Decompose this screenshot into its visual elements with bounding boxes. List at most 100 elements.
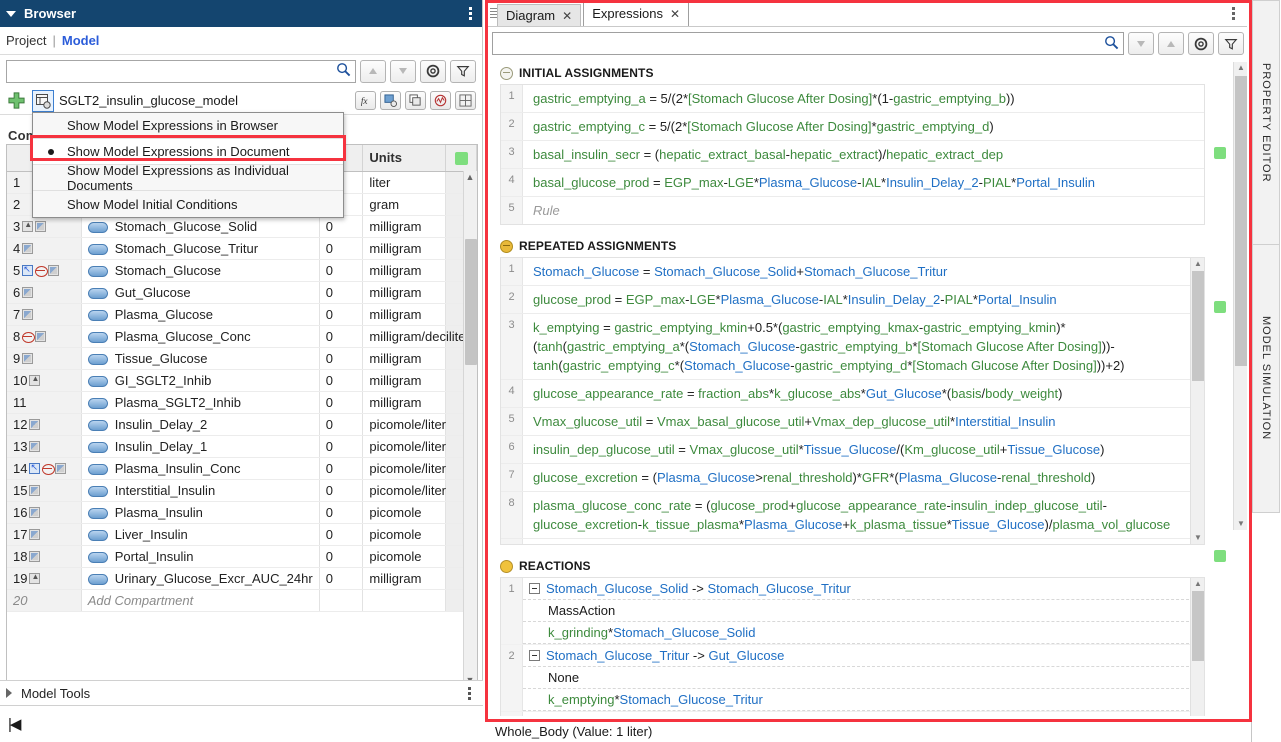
reaction-equation[interactable]: Stomach_Glucose_Tritur -> Gut_Glucose xyxy=(523,645,1204,667)
reaction-row[interactable]: 1Stomach_Glucose_Solid -> Stomach_Glucos… xyxy=(501,578,1204,645)
menu-item-show-in-browser[interactable]: Show Model Expressions in Browser xyxy=(33,113,343,139)
compartment-units-cell[interactable]: liter xyxy=(363,171,446,193)
compartment-value-cell[interactable]: 0 xyxy=(319,567,363,589)
reaction-kinetic-law[interactable]: MassAction xyxy=(523,600,1204,622)
compartment-value-cell[interactable]: 0 xyxy=(319,281,363,303)
simulate-icon[interactable] xyxy=(430,91,451,110)
search-icon[interactable] xyxy=(1104,35,1119,53)
document-scrollbar-thumb[interactable] xyxy=(1235,76,1247,366)
expression-row[interactable]: 1Stomach_Glucose = Stomach_Glucose_Solid… xyxy=(501,258,1204,286)
compartment-units-cell[interactable]: milligram xyxy=(363,281,446,303)
compartment-name-cell[interactable]: Insulin_Delay_1 xyxy=(81,435,319,457)
compartment-name-cell[interactable]: Insulin_Delay_2 xyxy=(81,413,319,435)
document-search-input[interactable] xyxy=(497,36,1104,52)
scroll-down-arrow-icon[interactable]: ▼ xyxy=(1235,518,1247,530)
compartment-units-cell[interactable]: milligram xyxy=(363,567,446,589)
table-row[interactable]: 12Insulin_Delay_20picomole/liter xyxy=(7,413,477,435)
compartment-name-cell[interactable]: Stomach_Glucose xyxy=(81,259,319,281)
compartment-value-cell[interactable]: 0 xyxy=(319,325,363,347)
compartment-name-cell[interactable]: Plasma_Glucose xyxy=(81,303,319,325)
expression-row[interactable]: 7glucose_excretion = (Plasma_Glucose>ren… xyxy=(501,464,1204,492)
compartment-name-cell[interactable]: Interstitial_Insulin xyxy=(81,479,319,501)
menu-item-show-as-individual-documents[interactable]: Show Model Expressions as Individual Doc… xyxy=(33,165,343,191)
compartment-value-cell[interactable]: 0 xyxy=(319,391,363,413)
search-next-button[interactable] xyxy=(390,60,416,83)
compartment-value-cell[interactable]: 0 xyxy=(319,303,363,325)
table-row[interactable]: 13Insulin_Delay_10picomole/liter xyxy=(7,435,477,457)
collapse-triangle-icon[interactable] xyxy=(6,11,16,17)
compartment-value-cell[interactable]: 0 xyxy=(319,545,363,567)
compartment-name-cell[interactable]: Stomach_Glucose_Solid xyxy=(81,215,319,237)
section-header-initial-assignments[interactable]: INITIAL ASSIGNMENTS xyxy=(492,62,1244,84)
compartment-units-cell[interactable]: picomole/liter xyxy=(363,435,446,457)
add-compartment-row[interactable]: 20Add Compartment xyxy=(7,589,477,611)
table-row[interactable]: 7Plasma_Glucose0milligram xyxy=(7,303,477,325)
compartment-value-cell[interactable]: 0 xyxy=(319,435,363,457)
col-header-units[interactable]: Units xyxy=(363,145,446,171)
expand-triangle-icon[interactable] xyxy=(6,688,12,698)
add-compartment-label[interactable]: Add Compartment xyxy=(81,589,319,611)
compartment-name-cell[interactable]: Liver_Insulin xyxy=(81,523,319,545)
reaction-row[interactable]: 2Stomach_Glucose_Tritur -> Gut_GlucoseNo… xyxy=(501,645,1204,712)
compartment-name-cell[interactable]: Tissue_Glucose xyxy=(81,347,319,369)
function-fx-icon[interactable]: fx xyxy=(355,91,376,110)
model-tools-bar[interactable]: Model Tools xyxy=(0,680,483,706)
repeated-assignments-scrollbar[interactable]: ▲ ▼ xyxy=(1190,258,1204,544)
expression-text[interactable]: gastric_emptying_a = 5/(2*[Stomach Gluco… xyxy=(523,85,1204,112)
model-tools-overflow-icon[interactable] xyxy=(468,687,471,700)
compartment-value-cell[interactable]: 0 xyxy=(319,237,363,259)
document-filter-funnel-button[interactable] xyxy=(1218,32,1244,55)
expression-row[interactable]: 1gastric_emptying_a = 5/(2*[Stomach Gluc… xyxy=(501,85,1204,113)
reactions-scrollbar[interactable]: ▲ ▼ xyxy=(1190,578,1204,716)
expression-text[interactable]: Stomach_Glucose = Stomach_Glucose_Solid+… xyxy=(523,258,1204,285)
expression-row[interactable]: 6insulin_dep_glucose_util = Vmax_glucose… xyxy=(501,436,1204,464)
compartment-name-cell[interactable]: GI_SGLT2_Inhib xyxy=(81,369,319,391)
table-scrollbar-thumb[interactable] xyxy=(465,239,477,365)
reaction-equation[interactable]: Stomach_Glucose_Solid -> Stomach_Glucose… xyxy=(523,578,1204,600)
compartment-value-cell[interactable]: 0 xyxy=(319,259,363,281)
browser-overflow-menu-icon[interactable] xyxy=(469,7,472,20)
compartment-value-cell[interactable]: 0 xyxy=(319,347,363,369)
compartment-units-cell[interactable]: gram xyxy=(363,193,446,215)
compartment-units-cell[interactable]: picomole xyxy=(363,523,446,545)
compartment-name-cell[interactable]: Plasma_SGLT2_Inhib xyxy=(81,391,319,413)
go-first-icon[interactable]: |◀ xyxy=(8,715,19,733)
add-icon[interactable] xyxy=(6,90,27,111)
compartment-units-cell[interactable]: picomole/liter xyxy=(363,413,446,435)
document-settings-gear-button[interactable] xyxy=(1188,32,1214,55)
compartment-value-cell[interactable]: 0 xyxy=(319,413,363,435)
reaction-kinetic-law[interactable]: None xyxy=(523,667,1204,689)
table-row[interactable]: 18Portal_Insulin0picomole xyxy=(7,545,477,567)
compartment-name-cell[interactable]: Stomach_Glucose_Tritur xyxy=(81,237,319,259)
compartment-units-cell[interactable]: milligram xyxy=(363,303,446,325)
table-row[interactable]: 11Plasma_SGLT2_Inhib0milligram xyxy=(7,391,477,413)
table-row[interactable]: 3Stomach_Glucose_Solid0milligram xyxy=(7,215,477,237)
expression-row[interactable]: 3basal_insulin_secr = (hepatic_extract_b… xyxy=(501,141,1204,169)
table-row[interactable]: 19Urinary_Glucose_Excr_AUC_24hr0milligra… xyxy=(7,567,477,589)
expression-text[interactable]: insulin_dep_glucose_util = Vmax_glucose_… xyxy=(523,436,1204,463)
expression-row[interactable]: 2gastric_emptying_c = 5/(2*[Stomach Gluc… xyxy=(501,113,1204,141)
scrollbar-thumb[interactable] xyxy=(1192,591,1204,661)
expression-text[interactable]: Vmax_glucose_util = Vmax_basal_glucose_u… xyxy=(523,408,1204,435)
expression-text[interactable]: plasma_glucose_conc_rate = (glucose_prod… xyxy=(523,492,1204,538)
expression-text[interactable]: glucose_excretion = (Plasma_Glucose>rena… xyxy=(523,464,1204,491)
expression-text[interactable]: insulin_prod = delayed_glucose_signal+ba… xyxy=(523,539,1204,545)
compartment-units-cell[interactable]: milligram xyxy=(363,237,446,259)
table-scrollbar[interactable]: ▲ ▼ xyxy=(463,171,477,686)
browser-search-input[interactable] xyxy=(11,63,336,79)
tab-diagram[interactable]: Diagram ✕ xyxy=(497,4,581,26)
expression-row[interactable]: 3k_emptying = gastric_emptying_kmin+0.5*… xyxy=(501,314,1204,380)
model-expressions-icon[interactable] xyxy=(32,90,54,112)
expression-row[interactable]: 5Rule xyxy=(501,197,1204,224)
tab-expressions[interactable]: Expressions ✕ xyxy=(583,0,689,26)
expression-text[interactable]: basal_insulin_secr = (hepatic_extract_ba… xyxy=(523,141,1204,168)
compartment-value-cell[interactable]: 0 xyxy=(319,215,363,237)
compartment-units-cell[interactable]: milligram xyxy=(363,391,446,413)
compartment-units-cell[interactable]: picomole/liter xyxy=(363,457,446,479)
compartment-value-cell[interactable]: 0 xyxy=(319,523,363,545)
table-row[interactable]: 9Tissue_Glucose0milligram xyxy=(7,347,477,369)
compartment-units-cell[interactable]: milligram/deciliter xyxy=(363,325,446,347)
filter-funnel-button[interactable] xyxy=(450,60,476,83)
menu-item-show-initial-conditions[interactable]: Show Model Initial Conditions xyxy=(33,191,343,217)
rail-item-property-editor[interactable]: PROPERTY EDITOR xyxy=(1252,0,1280,245)
